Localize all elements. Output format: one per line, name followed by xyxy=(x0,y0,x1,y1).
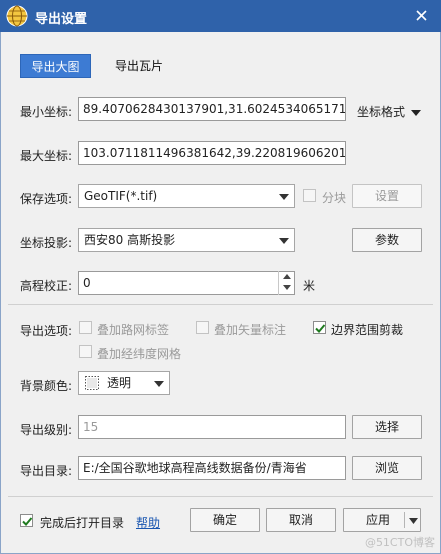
export-level-input[interactable]: 15 xyxy=(78,415,346,439)
divider xyxy=(8,496,433,497)
elevation-spinner xyxy=(278,271,295,295)
tab-export-large-image[interactable]: 导出大图 xyxy=(20,54,91,78)
apply-button-label: 应用 xyxy=(366,513,391,527)
help-link[interactable]: 帮助 xyxy=(136,514,160,531)
export-directory-input[interactable]: E:/全国谷歌地球高程高线数据备份/青海省 xyxy=(78,456,346,480)
road-label-option: 叠加路网标签 xyxy=(97,323,170,337)
select-level-button[interactable]: 选择 xyxy=(352,415,422,439)
chevron-down-icon xyxy=(154,381,164,387)
elevation-input[interactable]: 0 xyxy=(78,271,295,295)
settings-button[interactable]: 设置 xyxy=(352,184,422,208)
split-divider xyxy=(404,512,405,528)
background-color-value: 透明 xyxy=(107,376,132,390)
dropdown-arrow-icon xyxy=(410,109,421,116)
watermark: @51CTO博客 xyxy=(364,536,435,549)
arrow-up-icon xyxy=(283,274,291,279)
ok-button[interactable]: 确定 xyxy=(190,508,260,532)
min-coord-input[interactable]: 89.4070628430137901,31.6024534065171920 xyxy=(78,97,346,121)
boundary-clip-checkbox[interactable] xyxy=(313,321,326,334)
apply-button[interactable]: 应用 xyxy=(343,508,421,532)
save-option-label: 保存选项: xyxy=(20,192,73,206)
arrow-down-icon xyxy=(283,285,291,290)
browse-button[interactable]: 浏览 xyxy=(352,456,422,480)
elevation-unit: 米 xyxy=(303,279,316,293)
checkmark-icon xyxy=(315,324,326,333)
transparent-swatch-icon xyxy=(85,376,99,390)
chevron-down-icon xyxy=(279,238,289,244)
globe-app-icon xyxy=(6,5,28,27)
window-title: 导出设置 xyxy=(35,12,88,27)
spinner-down-button[interactable] xyxy=(279,282,295,293)
params-button[interactable]: 参数 xyxy=(352,228,422,252)
spinner-up-button[interactable] xyxy=(279,271,295,282)
chevron-down-icon xyxy=(279,194,289,200)
latlon-grid-option: 叠加经纬度网格 xyxy=(97,347,182,361)
export-level-label: 导出级别: xyxy=(20,423,73,437)
cancel-button[interactable]: 取消 xyxy=(266,508,336,532)
export-options-label: 导出选项: xyxy=(20,324,73,338)
checkmark-icon xyxy=(22,517,33,526)
projection-select[interactable]: 西安80 高斯投影 xyxy=(78,228,295,252)
min-coord-label: 最小坐标: xyxy=(20,105,73,119)
latlon-grid-checkbox[interactable] xyxy=(79,345,92,358)
close-button[interactable] xyxy=(403,0,441,32)
close-icon xyxy=(416,10,427,21)
coord-format-dropdown[interactable]: 坐标格式 xyxy=(357,103,421,120)
open-after-checkbox[interactable] xyxy=(20,514,33,527)
max-coord-label: 最大坐标: xyxy=(20,149,73,163)
elevation-label: 高程校正: xyxy=(20,279,73,293)
projection-label: 坐标投影: xyxy=(20,236,73,250)
chevron-down-icon xyxy=(409,518,418,524)
projection-value: 西安80 高斯投影 xyxy=(84,233,176,247)
boundary-clip-option: 边界范围剪裁 xyxy=(331,323,404,337)
chunk-label: 分块 xyxy=(322,191,347,205)
save-format-select[interactable]: GeoTIF(*.tif) xyxy=(78,184,295,208)
coord-format-label: 坐标格式 xyxy=(357,105,406,119)
open-after-label: 完成后打开目录 xyxy=(40,516,125,530)
title-bar: 导出设置 xyxy=(0,0,441,32)
tab-export-tiles[interactable]: 导出瓦片 xyxy=(104,54,174,78)
save-format-value: GeoTIF(*.tif) xyxy=(84,189,158,203)
divider xyxy=(8,304,433,305)
export-directory-label: 导出目录: xyxy=(20,464,73,478)
chunk-checkbox[interactable] xyxy=(303,189,316,202)
max-coord-input[interactable]: 103.0711811496381642,39.2208196062013745 xyxy=(78,141,346,165)
background-color-select[interactable]: 透明 xyxy=(78,371,170,395)
road-label-checkbox[interactable] xyxy=(79,321,92,334)
vector-label-option: 叠加矢量标注 xyxy=(214,323,287,337)
background-color-label: 背景颜色: xyxy=(20,379,73,393)
vector-label-checkbox[interactable] xyxy=(196,321,209,334)
